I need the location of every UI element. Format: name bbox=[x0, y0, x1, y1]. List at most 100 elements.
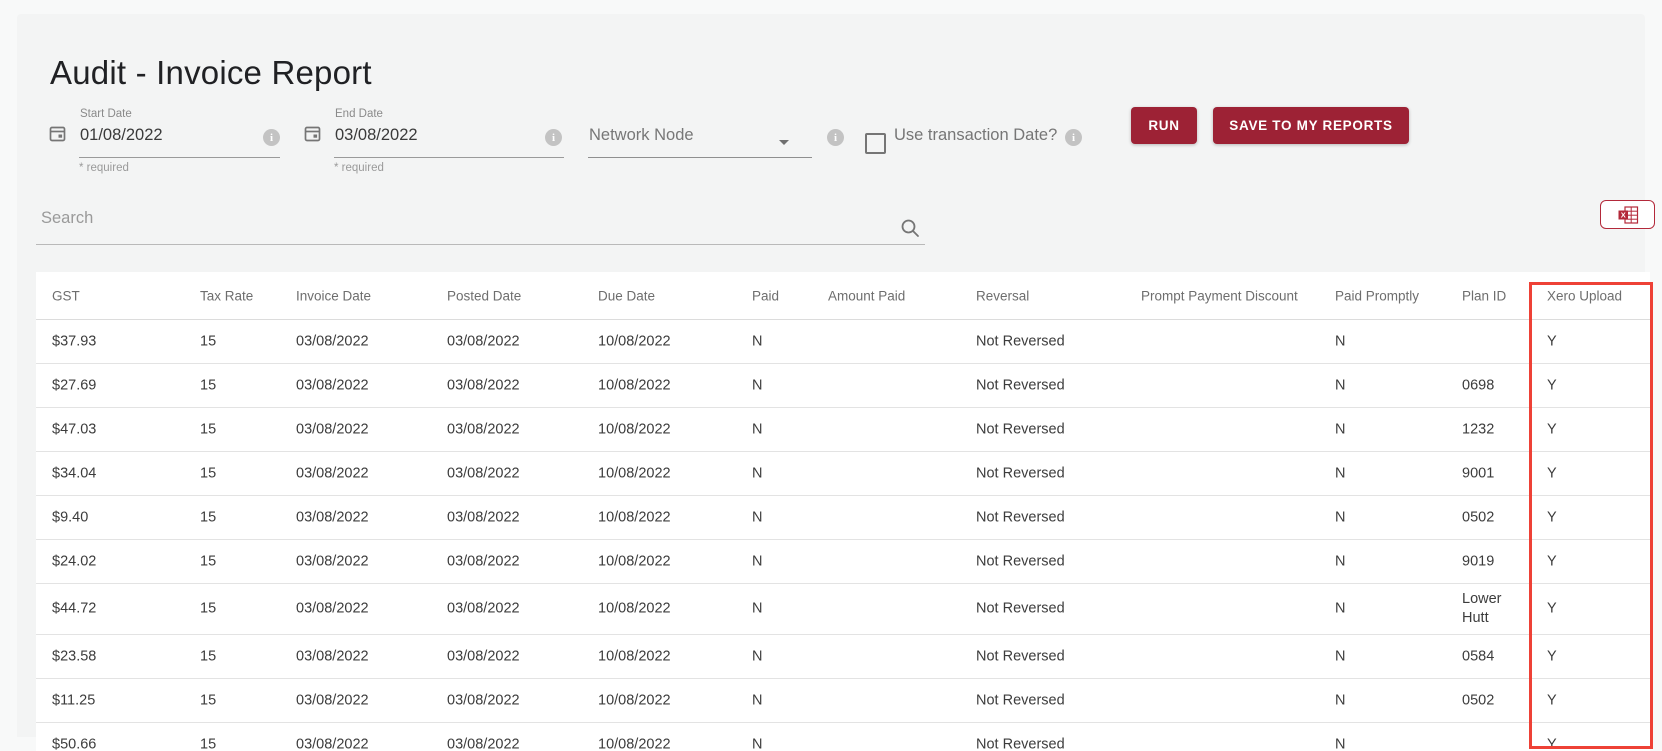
table-cell: 10/08/2022 bbox=[598, 465, 671, 481]
table-row: $44.72 15 03/08/2022 03/08/2022 10/08/2022 N N… bbox=[36, 584, 1650, 635]
table-cell: Not Reversed bbox=[976, 648, 1065, 664]
table-row: $27.69 15 03/08/2022 03/08/2022 10/08/2022 N N… bbox=[36, 364, 1650, 408]
table-cell: Y bbox=[1547, 421, 1557, 437]
table-cell: 03/08/2022 bbox=[296, 553, 369, 569]
table-cell: $34.04 bbox=[52, 465, 97, 481]
table-cell: N bbox=[1335, 600, 1346, 617]
table-cell: 03/08/2022 bbox=[447, 377, 520, 393]
table-cell: N bbox=[752, 465, 763, 481]
table-cell: 03/08/2022 bbox=[296, 648, 369, 664]
table-cell: N bbox=[752, 553, 763, 569]
end-date-required-note: * required bbox=[334, 162, 384, 174]
column-header: Due Date bbox=[598, 288, 656, 303]
info-icon[interactable]: i bbox=[827, 129, 844, 146]
svg-text:X: X bbox=[1620, 210, 1625, 219]
table-cell: Y bbox=[1547, 509, 1557, 525]
table-cell: 03/08/2022 bbox=[296, 333, 369, 349]
table-cell: 10/08/2022 bbox=[598, 421, 671, 437]
table-cell: 03/08/2022 bbox=[296, 465, 369, 481]
table-cell: 15 bbox=[200, 509, 217, 525]
content-panel: Audit - Invoice Report Start Date i * re… bbox=[17, 14, 1655, 751]
info-icon[interactable]: i bbox=[1065, 129, 1082, 146]
table-cell: 03/08/2022 bbox=[447, 692, 520, 708]
table-cell: 10/08/2022 bbox=[598, 333, 671, 349]
column-header: Xero Upload bbox=[1547, 288, 1623, 303]
table-cell: 03/08/2022 bbox=[296, 600, 369, 617]
table-header-row: GST Tax Rate Invoice Date Posted Date Due Da… bbox=[36, 272, 1650, 320]
table-row: $50.66 15 03/08/2022 03/08/2022 10/08/2022 N N… bbox=[36, 723, 1650, 751]
column-header: GST bbox=[52, 288, 80, 303]
network-node-underline bbox=[588, 157, 812, 158]
table-cell: 03/08/2022 bbox=[447, 333, 520, 349]
table-cell: $24.02 bbox=[52, 553, 97, 569]
table-cell: $11.25 bbox=[52, 692, 96, 708]
table-cell: 03/08/2022 bbox=[447, 465, 520, 481]
table-cell: Y bbox=[1547, 553, 1557, 569]
table-cell: Not Reversed bbox=[976, 377, 1065, 393]
start-date-input[interactable] bbox=[80, 126, 250, 145]
table-cell: $44.72 bbox=[52, 600, 97, 617]
table-cell: 03/08/2022 bbox=[296, 421, 369, 437]
start-date-underline bbox=[79, 157, 280, 158]
table-row: $34.04 15 03/08/2022 03/08/2022 10/08/2022 N N… bbox=[36, 452, 1650, 496]
table-cell: Y bbox=[1547, 648, 1557, 664]
calendar-icon[interactable] bbox=[303, 124, 322, 143]
column-header: Paid Promptly bbox=[1335, 288, 1420, 303]
table-cell: Not Reversed bbox=[976, 421, 1065, 437]
table-cell: N bbox=[1335, 736, 1346, 751]
start-date-required-note: * required bbox=[79, 162, 129, 174]
table-cell: $9.40 bbox=[52, 509, 89, 525]
run-button[interactable]: RUN bbox=[1131, 107, 1197, 144]
table-cell: N bbox=[1335, 465, 1346, 481]
table-cell: $37.93 bbox=[52, 333, 97, 349]
table-cell: N bbox=[752, 648, 763, 664]
table-cell: 9001 bbox=[1462, 465, 1495, 481]
table-row: $23.58 15 03/08/2022 03/08/2022 10/08/2022 N N… bbox=[36, 635, 1650, 679]
page-title: Audit - Invoice Report bbox=[50, 54, 372, 91]
table-row: $11.25 15 03/08/2022 03/08/2022 10/08/2022 N N… bbox=[36, 679, 1650, 723]
table-cell: 10/08/2022 bbox=[598, 377, 671, 393]
end-date-input[interactable] bbox=[335, 126, 505, 145]
use-transaction-date-checkbox[interactable] bbox=[865, 133, 886, 154]
table-cell: $27.69 bbox=[52, 377, 97, 393]
excel-icon: X bbox=[1617, 205, 1639, 224]
calendar-icon[interactable] bbox=[48, 124, 67, 143]
table-cell: N bbox=[752, 421, 763, 437]
table-cell: 03/08/2022 bbox=[296, 692, 369, 708]
table-cell: Not Reversed bbox=[976, 692, 1065, 708]
table-cell: 03/08/2022 bbox=[447, 736, 520, 751]
excel-export-button[interactable]: X bbox=[1600, 200, 1655, 229]
table-cell: 0502 bbox=[1462, 509, 1495, 525]
table-cell: N bbox=[752, 736, 763, 751]
chevron-down-icon[interactable] bbox=[779, 140, 789, 145]
table-row: $9.40 15 03/08/2022 03/08/2022 10/08/2022 N No… bbox=[36, 496, 1650, 540]
search-icon[interactable] bbox=[899, 217, 921, 239]
table-body: $37.93 15 03/08/2022 03/08/2022 10/08/2022 N N… bbox=[36, 320, 1650, 751]
table-cell: N bbox=[1335, 648, 1346, 664]
table-cell: $47.03 bbox=[52, 421, 97, 437]
table-cell: 03/08/2022 bbox=[447, 553, 520, 569]
table-cell: Y bbox=[1547, 600, 1557, 617]
table-cell: Not Reversed bbox=[976, 553, 1065, 569]
column-header: Prompt Payment Discount bbox=[1141, 288, 1298, 303]
info-icon[interactable]: i bbox=[263, 129, 280, 146]
column-header: Plan ID bbox=[1462, 288, 1507, 303]
column-header: Invoice Date bbox=[296, 288, 372, 303]
table-row: $37.93 15 03/08/2022 03/08/2022 10/08/2022 N N… bbox=[36, 320, 1650, 364]
table-cell: 15 bbox=[200, 736, 217, 751]
table-cell: Y bbox=[1547, 736, 1557, 751]
save-to-my-reports-button[interactable]: SAVE TO MY REPORTS bbox=[1213, 107, 1409, 144]
table-cell: 9019 bbox=[1462, 553, 1495, 569]
table-cell: 03/08/2022 bbox=[296, 377, 369, 393]
search-input[interactable] bbox=[39, 208, 883, 229]
table-cell: 0584 bbox=[1462, 648, 1495, 664]
table-cell: Not Reversed bbox=[976, 465, 1065, 481]
table-cell: N bbox=[752, 509, 763, 525]
table-cell: N bbox=[1335, 333, 1346, 349]
table-cell: Y bbox=[1547, 333, 1557, 349]
network-node-select[interactable]: Network Node bbox=[589, 126, 694, 145]
table-cell: 15 bbox=[200, 648, 217, 664]
column-header: Reversal bbox=[976, 288, 1030, 303]
end-date-underline bbox=[334, 157, 564, 158]
info-icon[interactable]: i bbox=[545, 129, 562, 146]
